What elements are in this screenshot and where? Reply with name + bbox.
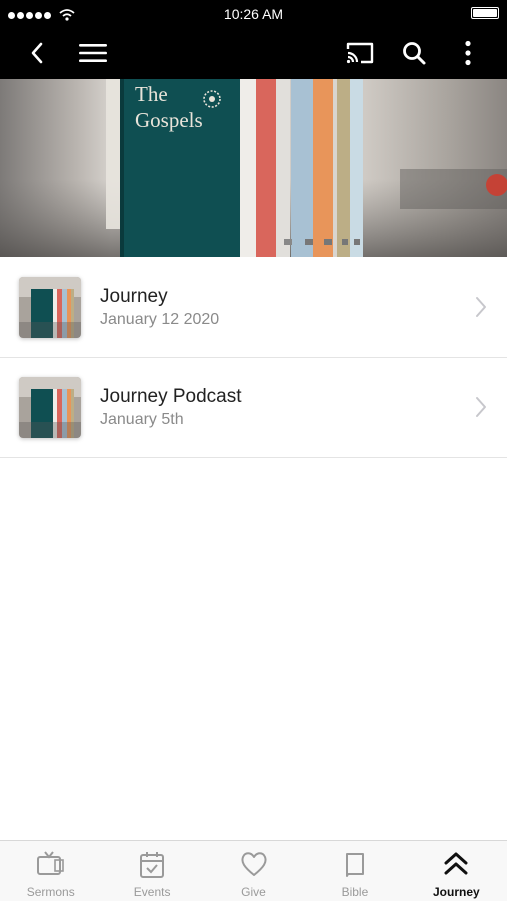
item-date: January 5th — [100, 411, 184, 428]
journey-list: Journey January 12 2020 Journey Podcast … — [0, 258, 507, 458]
chevron-right-icon — [476, 297, 486, 317]
item-title: Journey Podcast — [100, 386, 242, 407]
tab-label: Give — [241, 885, 266, 899]
heart-icon — [240, 852, 267, 876]
menu-button[interactable] — [78, 38, 108, 68]
back-button[interactable] — [22, 38, 52, 68]
battery-icon — [471, 7, 499, 19]
search-icon — [403, 42, 426, 65]
double-chevron-up-icon — [444, 852, 468, 875]
book-title-line2: Gospels — [135, 108, 203, 132]
top-nav-bar — [0, 26, 507, 79]
status-bar: 10:26 AM — [0, 0, 507, 26]
books-photo: The Gospels — [0, 79, 507, 257]
item-thumbnail — [19, 377, 81, 438]
item-date: January 12 2020 — [100, 311, 220, 328]
tab-label: Sermons — [26, 885, 75, 899]
tab-label: Bible — [341, 885, 369, 899]
hamburger-menu-icon — [79, 44, 107, 62]
tv-icon — [36, 851, 64, 875]
more-button[interactable] — [453, 38, 483, 68]
tab-give[interactable]: Give — [203, 841, 304, 901]
tab-label: Events — [133, 885, 171, 899]
tab-label: Journey — [432, 885, 480, 899]
tab-bible[interactable]: Bible — [304, 841, 405, 901]
tab-journey[interactable]: Journey — [406, 841, 507, 901]
chevron-left-icon — [31, 42, 43, 64]
item-thumbnail — [19, 277, 81, 338]
status-time: 10:26 AM — [223, 6, 284, 22]
list-item[interactable]: Journey Podcast January 5th — [0, 358, 507, 458]
more-vertical-icon — [465, 40, 471, 66]
item-title: Journey — [100, 286, 168, 307]
tab-sermons[interactable]: Sermons — [0, 841, 101, 901]
cast-icon — [346, 42, 374, 64]
hero-image: The Gospels — [0, 79, 507, 257]
list-item[interactable]: Journey January 12 2020 — [0, 258, 507, 358]
cast-button[interactable] — [345, 38, 375, 68]
tab-events[interactable]: Events — [101, 841, 202, 901]
bottom-tab-bar: Sermons Events Give Bible Journey — [0, 840, 507, 901]
book-title-line1: The — [135, 82, 168, 106]
chevron-right-icon — [476, 397, 486, 417]
search-button[interactable] — [399, 38, 429, 68]
calendar-check-icon — [140, 852, 165, 878]
book-icon — [345, 853, 364, 877]
